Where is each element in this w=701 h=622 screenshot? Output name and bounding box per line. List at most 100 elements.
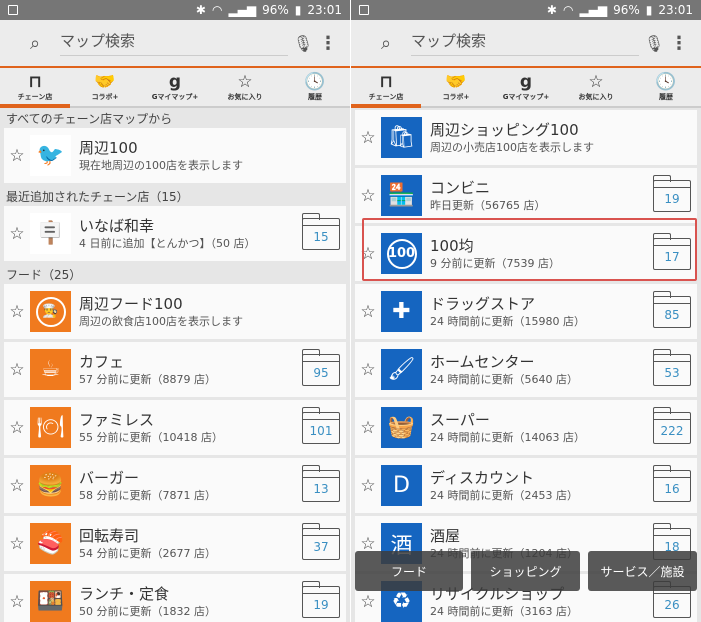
- tab-4[interactable]: 🕓 履歴: [280, 68, 350, 106]
- item-subtitle: 24 時間前に更新（3163 店）: [430, 604, 578, 618]
- food-category-button[interactable]: フード: [355, 551, 463, 591]
- tab-1[interactable]: 🤝 コラボ+: [421, 68, 491, 106]
- tab-2[interactable]: g Gマイマップ+: [491, 68, 561, 106]
- search-input[interactable]: マップ検索: [411, 30, 639, 56]
- favorite-star-icon[interactable]: ☆: [4, 418, 30, 438]
- discount-d-icon: D: [381, 465, 422, 506]
- favorite-star-icon[interactable]: ☆: [4, 534, 30, 554]
- favorite-star-icon[interactable]: ☆: [355, 476, 381, 496]
- shopping-bag-icon: 🛍: [381, 117, 422, 158]
- item-subtitle: 周辺の小売店100店を表示します: [430, 140, 594, 154]
- favorite-star-icon[interactable]: ☆: [4, 592, 30, 612]
- microphone-icon[interactable]: 🎙: [288, 34, 318, 53]
- favorite-star-icon[interactable]: ☆: [4, 360, 30, 380]
- folder-count-button[interactable]: 37: [301, 522, 340, 560]
- folder-count: 19: [664, 191, 680, 206]
- favorite-star-icon[interactable]: ☆: [355, 128, 381, 148]
- service-category-button[interactable]: サービス／施設: [588, 551, 697, 591]
- list-item[interactable]: ☆ 🏪 コンビニ 昨日更新（56765 店） 19: [355, 168, 697, 223]
- list-item[interactable]: ☆ 🍽 ファミレス 55 分前に更新（10418 店） 101: [4, 400, 346, 455]
- item-name: いなば和幸: [79, 216, 155, 235]
- folder-count-button[interactable]: 15: [301, 212, 340, 250]
- tab-3[interactable]: ☆ お気に入り: [561, 68, 631, 106]
- list-item[interactable]: ☆ 🍱 ランチ・定食 50 分前に更新（1832 店） 19: [4, 574, 346, 622]
- item-name: 周辺ショッピング100: [430, 120, 579, 139]
- folder-count-button[interactable]: 53: [652, 348, 691, 386]
- tab-label: 履歴: [308, 93, 322, 101]
- item-subtitle: 24 時間前に更新（14063 店）: [430, 430, 585, 444]
- list-item[interactable]: ☆ 👨‍🍳 周辺フード100 周辺の飲食店100店を表示します: [4, 284, 346, 339]
- folder-count: 19: [313, 597, 329, 612]
- item-subtitle: 4 日前に追加【とんかつ】（50 店）: [79, 236, 256, 250]
- search-bar[interactable]: ⌕ マップ検索 🎙 ⋮: [351, 20, 701, 68]
- tab-0[interactable]: ⊓ チェーン店: [0, 68, 70, 108]
- tab-2[interactable]: g Gマイマップ+: [140, 68, 210, 106]
- item-subtitle: 24 時間前に更新（2453 店）: [430, 488, 578, 502]
- item-name: 周辺フード100: [79, 294, 183, 313]
- list-item[interactable]: ☆ 🐦 周辺100 現在地周辺の100店を表示します: [4, 128, 346, 183]
- search-icon: ⌕: [30, 32, 41, 54]
- list-item[interactable]: ☆ 🍣 回転寿司 54 分前に更新（2677 店） 37: [4, 516, 346, 571]
- folder-count-button[interactable]: 101: [301, 406, 340, 444]
- tab-3[interactable]: ☆ お気に入り: [210, 68, 280, 106]
- shopping-category-button[interactable]: ショッピング: [471, 551, 580, 591]
- folder-count-button[interactable]: 19: [652, 174, 691, 212]
- folder-count: 26: [664, 597, 680, 612]
- icon-glyph: 🪧: [36, 221, 65, 246]
- favorite-star-icon[interactable]: ☆: [4, 224, 30, 244]
- tab-label: コラボ+: [91, 93, 119, 101]
- icon-glyph: ♻: [391, 589, 412, 614]
- favorite-star-icon[interactable]: ☆: [355, 592, 381, 612]
- item-name: 回転寿司: [79, 526, 140, 545]
- item-name: ホームセンター: [430, 352, 535, 371]
- favorite-star-icon[interactable]: ☆: [4, 146, 30, 166]
- clock: 23:01: [307, 3, 342, 17]
- section-header: 最近追加されたチェーン店（15）: [6, 190, 189, 204]
- sushi-icon: 🍣: [30, 523, 71, 564]
- tab-1[interactable]: 🤝 コラボ+: [70, 68, 140, 106]
- folder-count-button[interactable]: 19: [301, 580, 340, 618]
- favorite-star-icon[interactable]: ☆: [355, 418, 381, 438]
- folder-count-button[interactable]: 85: [652, 290, 691, 328]
- list-item[interactable]: ☆ 🧺 スーパー 24 時間前に更新（14063 店） 222: [355, 400, 697, 455]
- list-item[interactable]: ☆ D ディスカウント 24 時間前に更新（2453 店） 16: [355, 458, 697, 513]
- list-item[interactable]: ☆ ☕ カフェ 57 分前に更新（8879 店） 95: [4, 342, 346, 397]
- item-subtitle: 50 分前に更新（1832 店）: [79, 604, 216, 618]
- g-mymap-icon: g: [519, 72, 533, 92]
- favorite-star-icon[interactable]: ☆: [355, 360, 381, 380]
- tab-4[interactable]: 🕓 履歴: [631, 68, 701, 106]
- favorite-star-icon[interactable]: ☆: [355, 302, 381, 322]
- search-bar[interactable]: ⌕ マップ検索 🎙 ⋮: [0, 20, 350, 68]
- list-item[interactable]: ☆ 🍔 バーガー 58 分前に更新（7871 店） 13: [4, 458, 346, 513]
- convenience-store-icon: 🏪: [381, 175, 422, 216]
- folder-count-button[interactable]: 222: [652, 406, 691, 444]
- folder-count: 85: [664, 307, 680, 322]
- folder-count-button[interactable]: 13: [301, 464, 340, 502]
- list-item[interactable]: ☆ 🪧 いなば和幸 4 日前に追加【とんかつ】（50 店） 15: [4, 206, 346, 261]
- item-subtitle: 24 時間前に更新（15980 店）: [430, 314, 585, 328]
- more-menu-icon[interactable]: ⋮: [669, 33, 689, 54]
- favorite-star-icon[interactable]: ☆: [4, 476, 30, 496]
- icon-glyph: 🍽: [36, 415, 65, 440]
- section-header: フード（25）: [6, 268, 82, 282]
- favorite-star-icon[interactable]: ☆: [355, 186, 381, 206]
- list-item[interactable]: ☆ ✚ ドラッグストア 24 時間前に更新（15980 店） 85: [355, 284, 697, 339]
- item-subtitle: 周辺の飲食店100店を表示します: [79, 314, 243, 328]
- folder-count-button[interactable]: 16: [652, 464, 691, 502]
- tab-0[interactable]: ⊓ チェーン店: [351, 68, 421, 108]
- icon-glyph: D: [393, 473, 410, 498]
- folder-count-button[interactable]: 95: [301, 348, 340, 386]
- chef-icon: 👨‍🍳: [30, 291, 71, 332]
- icon-glyph: 🐦: [36, 143, 65, 168]
- folder-count: 16: [664, 481, 680, 496]
- list-item[interactable]: ☆ 🖌 ホームセンター 24 時間前に更新（5640 店） 53: [355, 342, 697, 397]
- list-item[interactable]: ☆ 🛍 周辺ショッピング100 周辺の小売店100店を表示します: [355, 110, 697, 165]
- favorite-star-icon[interactable]: ☆: [4, 302, 30, 322]
- item-name: ランチ・定食: [79, 584, 170, 603]
- search-input[interactable]: マップ検索: [60, 30, 288, 56]
- microphone-icon[interactable]: 🎙: [639, 34, 669, 53]
- signal-icon: ▂▄▆: [579, 3, 608, 17]
- item-name: 酒屋: [430, 526, 461, 545]
- first-aid-icon: ✚: [381, 291, 422, 332]
- more-menu-icon[interactable]: ⋮: [318, 33, 338, 54]
